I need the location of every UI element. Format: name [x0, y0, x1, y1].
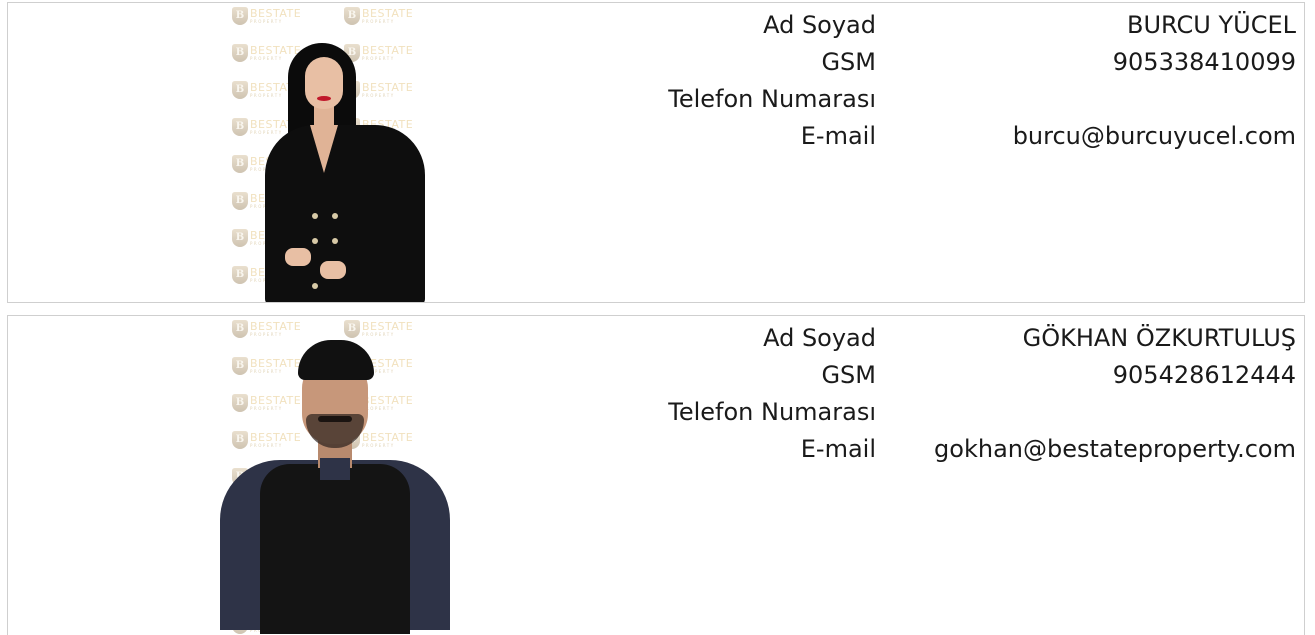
agent-portrait-male	[220, 340, 450, 634]
shield-logo-icon: B	[232, 155, 248, 173]
field-label: E-mail	[800, 435, 876, 463]
field-label: Telefon Numarası	[668, 398, 876, 426]
bestate-watermark-logo: BBESTATEPROPERTY	[232, 7, 301, 25]
watermark-brand-text: BESTATEPROPERTY	[362, 7, 414, 24]
shield-logo-icon: B	[232, 266, 248, 284]
field-label: Ad Soyad	[763, 11, 876, 39]
agent-gsm[interactable]: 905428612444	[876, 361, 1296, 389]
agent-card: B BESTATE PROPERTY B BESTATE PROPERTY B BESTATE…	[7, 2, 1305, 303]
bestate-watermark-logo: BBESTATEPROPERTY	[344, 320, 413, 338]
field-row-name: Ad Soyad BURCU YÜCEL	[476, 11, 1296, 48]
field-row-gsm: GSM 905338410099	[476, 48, 1296, 85]
agent-photo[interactable]: B BESTATE PROPERTY B BESTATE PROPERTY B BESTATE…	[220, 3, 460, 302]
watermark-brand-text: BESTATEPROPERTY	[362, 320, 414, 337]
shield-logo-icon: B	[344, 7, 360, 25]
agent-photo[interactable]: B BESTATE PROPERTY B BESTATE PROPERTY B BESTATE…	[220, 316, 460, 635]
agent-name: GÖKHAN ÖZKURTULUŞ	[1022, 324, 1296, 352]
shield-logo-icon: B	[232, 192, 248, 210]
shield-logo-icon: B	[232, 7, 248, 25]
bestate-watermark-logo: BBESTATEPROPERTY	[344, 7, 413, 25]
agent-details: Ad Soyad BURCU YÜCEL GSM 905338410099 Te…	[476, 11, 1296, 159]
shield-logo-icon: B	[232, 229, 248, 247]
field-row-phone: Telefon Numarası	[476, 85, 1296, 122]
field-label: Telefon Numarası	[668, 85, 876, 113]
agent-card: B BESTATE PROPERTY B BESTATE PROPERTY B BESTATE…	[7, 315, 1305, 635]
shield-logo-icon: B	[232, 81, 248, 99]
field-label: GSM	[821, 48, 876, 76]
field-row-email: E-mail gokhan@bestateproperty.com	[476, 435, 1296, 472]
agent-email-link[interactable]: burcu@burcuyucel.com	[876, 122, 1296, 150]
shield-logo-icon: B	[232, 320, 248, 338]
field-label: E-mail	[800, 122, 876, 150]
agent-portrait-female	[260, 43, 430, 302]
field-row-email: E-mail burcu@burcuyucel.com	[476, 122, 1296, 159]
field-row-phone: Telefon Numarası	[476, 398, 1296, 435]
agent-name: BURCU YÜCEL	[1127, 11, 1296, 39]
shield-logo-icon: B	[344, 320, 360, 338]
field-row-name: Ad Soyad GÖKHAN ÖZKURTULUŞ	[476, 324, 1296, 361]
field-label: Ad Soyad	[763, 324, 876, 352]
watermark-brand-text: BESTATEPROPERTY	[250, 7, 302, 24]
shield-logo-icon: B	[232, 118, 248, 136]
bestate-watermark-logo: BBESTATEPROPERTY	[232, 320, 301, 338]
watermark-brand-text: BESTATEPROPERTY	[250, 320, 302, 337]
shield-logo-icon: B	[232, 44, 248, 62]
agent-email-link[interactable]: gokhan@bestateproperty.com	[876, 435, 1296, 463]
agent-gsm[interactable]: 905338410099	[876, 48, 1296, 76]
field-row-gsm: GSM 905428612444	[476, 361, 1296, 398]
agent-details: Ad Soyad GÖKHAN ÖZKURTULUŞ GSM 905428612…	[476, 324, 1296, 472]
field-label: GSM	[821, 361, 876, 389]
